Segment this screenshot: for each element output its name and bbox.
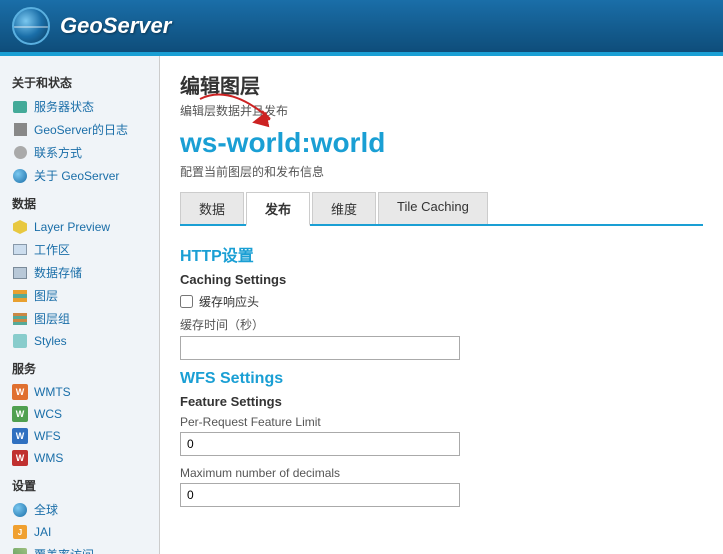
coverage-icon	[12, 547, 28, 554]
layer-icon	[12, 288, 28, 304]
sidebar-item-wfs[interactable]: W WFS	[0, 425, 159, 447]
wms-icon: W	[12, 450, 28, 466]
feature-settings-heading: Feature Settings	[180, 394, 703, 409]
tab-data[interactable]: 数据	[180, 192, 244, 224]
logo-text: GeoServer	[60, 13, 171, 39]
sidebar-item-wms[interactable]: W WMS	[0, 447, 159, 469]
sidebar-section-services: 服务	[0, 352, 159, 381]
sidebar-section-settings: 设置	[0, 469, 159, 498]
main-layout: 关于和状态 服务器状态 GeoServer的日志 联系方式 关于 GeoServ…	[0, 56, 723, 554]
sidebar-item-workspace[interactable]: 工作区	[0, 238, 159, 261]
sidebar-item-coverage[interactable]: 覆盖率访问	[0, 543, 159, 554]
feature-limit-input[interactable]	[180, 432, 460, 456]
sidebar-item-log[interactable]: GeoServer的日志	[0, 118, 159, 141]
sidebar-item-layergroup[interactable]: 图层组	[0, 307, 159, 330]
wcs-icon: W	[12, 406, 28, 422]
sidebar-section-data: 数据	[0, 187, 159, 216]
annotation-arrow-svg	[190, 89, 320, 169]
sidebar-section-about: 关于和状态	[0, 66, 159, 95]
wmts-icon: W	[12, 384, 28, 400]
http-section-heading: HTTP设置	[180, 242, 703, 266]
contact-icon	[12, 145, 28, 161]
sidebar-item-layer-preview[interactable]: Layer Preview	[0, 216, 159, 238]
cache-time-label: 缓存时间（秒）	[180, 316, 703, 333]
content-area: 编辑图层 编辑层数据并且发布 ws-world:world 配置当前图层的和发布…	[160, 56, 723, 554]
store-icon	[12, 265, 28, 281]
cache-time-input[interactable]	[180, 336, 460, 360]
sidebar-item-store[interactable]: 数据存储	[0, 261, 159, 284]
sidebar-item-server-status[interactable]: 服务器状态	[0, 95, 159, 118]
tab-dimension[interactable]: 维度	[312, 192, 376, 224]
feature-limit-label: Per-Request Feature Limit	[180, 415, 703, 429]
decimals-input[interactable]	[180, 483, 460, 507]
caching-settings-heading: Caching Settings	[180, 272, 703, 287]
tab-bar: 数据 发布 维度 Tile Caching	[180, 192, 703, 226]
sidebar-item-jai[interactable]: J JAI	[0, 521, 159, 543]
globe-icon	[12, 502, 28, 518]
sidebar: 关于和状态 服务器状态 GeoServer的日志 联系方式 关于 GeoServ…	[0, 56, 160, 554]
logo-globe-icon	[12, 7, 50, 45]
about-icon	[12, 168, 28, 184]
sidebar-item-layer[interactable]: 图层	[0, 284, 159, 307]
wfs-icon: W	[12, 428, 28, 444]
sidebar-item-styles[interactable]: Styles	[0, 330, 159, 352]
sidebar-item-about[interactable]: 关于 GeoServer	[0, 164, 159, 187]
feature-limit-group: Per-Request Feature Limit	[180, 415, 703, 456]
header: GeoServer	[0, 0, 723, 52]
cache-checkbox-label: 缓存响应头	[199, 293, 259, 310]
tab-publish[interactable]: 发布	[246, 192, 310, 226]
tab-tile-caching[interactable]: Tile Caching	[378, 192, 488, 224]
workspace-icon	[12, 242, 28, 258]
cache-time-group: 缓存时间（秒）	[180, 316, 703, 360]
sidebar-item-wmts[interactable]: W WMTS	[0, 381, 159, 403]
preview-icon	[12, 219, 28, 235]
sidebar-item-contact[interactable]: 联系方式	[0, 141, 159, 164]
styles-icon	[12, 333, 28, 349]
sidebar-item-global[interactable]: 全球	[0, 498, 159, 521]
jai-icon: J	[12, 524, 28, 540]
cache-checkbox-row: 缓存响应头	[180, 293, 703, 310]
server-icon	[12, 99, 28, 115]
log-icon	[12, 122, 28, 138]
wfs-section-heading: WFS Settings	[180, 370, 703, 388]
layergroup-icon	[12, 311, 28, 327]
decimals-group: Maximum number of decimals	[180, 466, 703, 507]
sidebar-item-wcs[interactable]: W WCS	[0, 403, 159, 425]
wfs-section: WFS Settings Feature Settings Per-Reques…	[180, 370, 703, 507]
decimals-label: Maximum number of decimals	[180, 466, 703, 480]
cache-checkbox[interactable]	[180, 295, 193, 308]
